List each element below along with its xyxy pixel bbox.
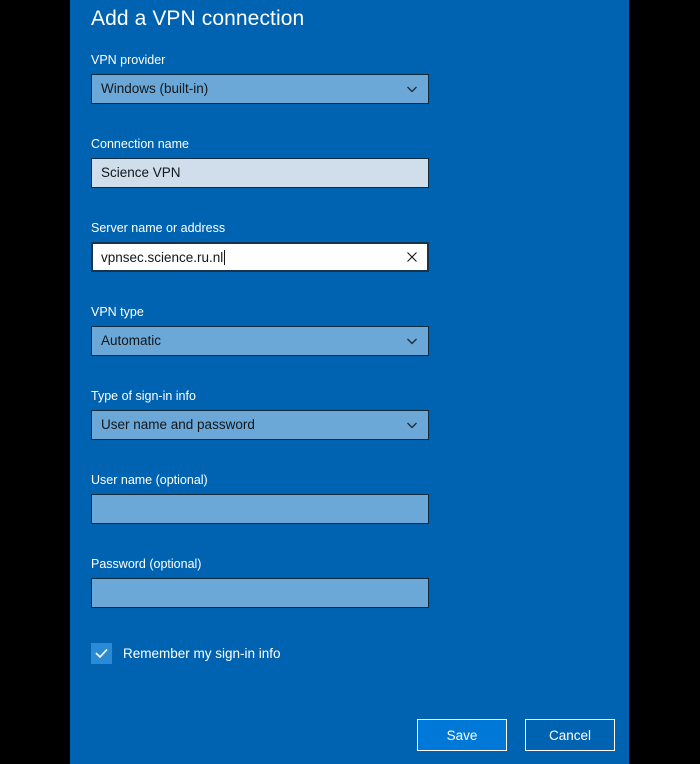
input-server-address-value: vpnsec.science.ru.nl (101, 249, 226, 265)
label-connection-name: Connection name (91, 137, 189, 151)
checkbox-remember-signin[interactable]: Remember my sign-in info (91, 643, 281, 664)
input-password[interactable] (91, 578, 429, 608)
label-vpn-type: VPN type (91, 305, 144, 319)
field-group-password: Password (optional) (91, 556, 429, 608)
field-group-vpn-provider: VPN provider Windows (built-in) (91, 52, 429, 104)
label-vpn-provider: VPN provider (91, 53, 166, 67)
dropdown-signin-type[interactable]: User name and password (91, 410, 429, 440)
cancel-button[interactable]: Cancel (525, 719, 615, 751)
add-vpn-connection-dialog: Add a VPN connection VPN provider Window… (70, 0, 629, 764)
field-group-connection-name: Connection name Science VPN (91, 136, 429, 188)
page-title: Add a VPN connection (91, 7, 305, 30)
label-server-address: Server name or address (91, 221, 226, 235)
save-button[interactable]: Save (417, 719, 507, 751)
checkbox-remember-signin-label: Remember my sign-in info (123, 646, 281, 661)
chevron-down-icon (405, 82, 419, 96)
field-group-vpn-type: VPN type Automatic (91, 304, 429, 356)
clear-x-icon[interactable] (404, 249, 420, 265)
dropdown-vpn-provider[interactable]: Windows (built-in) (91, 74, 429, 104)
dropdown-vpn-type-value: Automatic (101, 334, 162, 348)
dialog-button-row: Save Cancel (70, 719, 629, 751)
field-group-server-address: Server name or address vpnsec.science.ru… (91, 220, 429, 272)
chevron-down-icon (405, 418, 419, 432)
checkmark-icon (91, 643, 112, 664)
input-connection-name-value: Science VPN (101, 166, 181, 180)
dropdown-vpn-type[interactable]: Automatic (91, 326, 429, 356)
dropdown-signin-type-value: User name and password (101, 418, 255, 432)
label-signin-type: Type of sign-in info (91, 389, 196, 403)
input-user-name[interactable] (91, 494, 429, 524)
input-server-address[interactable]: vpnsec.science.ru.nl (91, 242, 429, 272)
text-caret (224, 249, 226, 265)
chevron-down-icon (405, 334, 419, 348)
label-password: Password (optional) (91, 557, 202, 571)
label-user-name: User name (optional) (91, 473, 208, 487)
screen-root: Add a VPN connection VPN provider Window… (0, 0, 700, 764)
field-group-signin-type: Type of sign-in info User name and passw… (91, 388, 429, 440)
input-connection-name[interactable]: Science VPN (91, 158, 429, 188)
dropdown-vpn-provider-value: Windows (built-in) (101, 82, 209, 96)
field-group-user-name: User name (optional) (91, 472, 429, 524)
